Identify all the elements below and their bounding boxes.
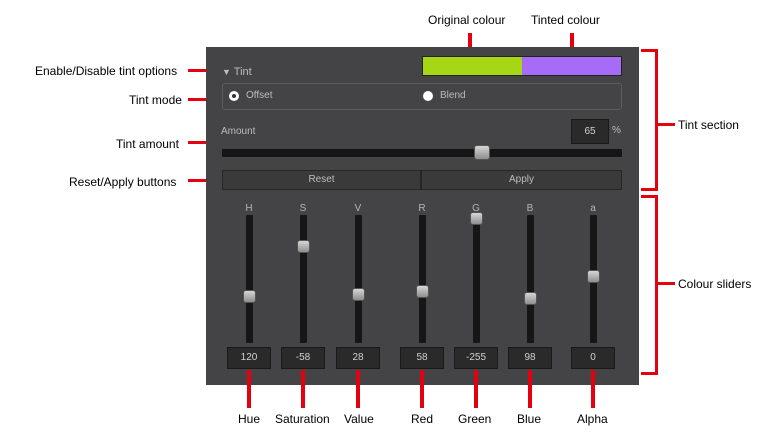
value-slider-track[interactable]: [355, 215, 362, 343]
hue-slider-handle[interactable]: [243, 290, 256, 303]
reset-apply-annotation: Reset/Apply buttons: [69, 175, 177, 189]
colour-sliders-bracket-bottom: [641, 372, 657, 375]
alpha-annotation: Alpha: [577, 412, 608, 426]
enable-disable-annotation: Enable/Disable tint options: [35, 64, 178, 78]
alpha-slider-handle[interactable]: [587, 269, 600, 283]
apply-button[interactable]: Apply: [421, 170, 622, 190]
amount-unit: %: [612, 125, 621, 136]
saturation-slider-handle[interactable]: [297, 239, 310, 253]
blue-value-field[interactable]: 98: [508, 347, 552, 369]
alpha-slider-label: a: [590, 203, 596, 214]
saturation-value-field[interactable]: -58: [281, 347, 325, 369]
red-pointer: [420, 370, 424, 408]
hue-slider-track[interactable]: [246, 215, 253, 343]
green-slider-track[interactable]: [473, 215, 480, 343]
hue-value-field[interactable]: 120: [227, 347, 271, 369]
tint-section-bracket-bottom: [641, 188, 657, 191]
blue-slider-handle[interactable]: [524, 292, 537, 306]
blue-annotation: Blue: [517, 412, 542, 426]
saturation-slider-track[interactable]: [300, 215, 307, 343]
green-annotation: Green: [458, 412, 492, 426]
amount-field[interactable]: 65: [571, 119, 609, 144]
hue-pointer: [247, 370, 251, 408]
blue-slider-track[interactable]: [527, 215, 534, 343]
red-annotation: Red: [411, 412, 434, 426]
red-slider-label: R: [418, 203, 426, 214]
tint-toggle[interactable]: ▼ Tint: [222, 66, 252, 78]
green-value-field[interactable]: -255: [454, 347, 498, 369]
tint-mode-group: Offset Blend: [222, 83, 622, 110]
colour-sliders-pointer: [657, 282, 675, 285]
reset-button[interactable]: Reset: [222, 170, 421, 190]
tint-amount-annotation: Tint amount: [116, 137, 179, 151]
alpha-pointer: [591, 370, 595, 408]
tint-panel: ▼ Tint Offset Blend Amount 65 % Reset Ap…: [206, 47, 639, 385]
tint-header-label: Tint: [233, 66, 252, 78]
red-slider-track[interactable]: [419, 215, 426, 343]
radio-unselected-icon: [423, 91, 433, 101]
offset-label: Offset: [246, 90, 273, 101]
tint-section-bracket: [655, 49, 658, 191]
saturation-annotation: Saturation: [275, 412, 330, 426]
value-slider-handle[interactable]: [352, 287, 365, 301]
saturation-slider-label: S: [299, 203, 307, 214]
amount-slider-handle[interactable]: [474, 145, 490, 160]
blend-label: Blend: [440, 90, 466, 101]
amount-slider-track[interactable]: [222, 149, 622, 157]
amount-label: Amount: [221, 126, 256, 137]
tint-mode-annotation: Tint mode: [129, 93, 182, 107]
alpha-value-field[interactable]: 0: [571, 347, 615, 369]
tint-section-annotation: Tint section: [678, 118, 739, 132]
green-slider-handle[interactable]: [470, 212, 483, 225]
saturation-pointer: [301, 370, 305, 408]
triangle-down-icon: ▼: [222, 67, 231, 77]
blue-pointer: [528, 370, 532, 408]
hue-slider-label: H: [245, 203, 253, 214]
red-slider-handle[interactable]: [416, 285, 429, 299]
tinted-colour-annotation: Tinted colour: [531, 13, 600, 27]
tint-section-pointer: [657, 123, 675, 126]
value-value-field[interactable]: 28: [336, 347, 380, 369]
red-value-field[interactable]: 58: [400, 347, 444, 369]
value-slider-label: V: [354, 203, 362, 214]
green-pointer: [474, 370, 478, 408]
original-colour-annotation: Original colour: [428, 13, 506, 27]
radio-selected-icon: [229, 91, 239, 101]
hue-annotation: Hue: [238, 412, 261, 426]
colour-sliders-bracket: [655, 195, 658, 375]
tinted-colour-swatch: [522, 57, 621, 75]
value-annotation: Value: [344, 412, 374, 426]
original-colour-swatch: [423, 57, 522, 75]
colour-sliders-annotation: Colour sliders: [678, 277, 752, 291]
value-pointer: [356, 370, 360, 408]
blue-slider-label: B: [526, 203, 534, 214]
colour-swatches: [422, 56, 622, 76]
